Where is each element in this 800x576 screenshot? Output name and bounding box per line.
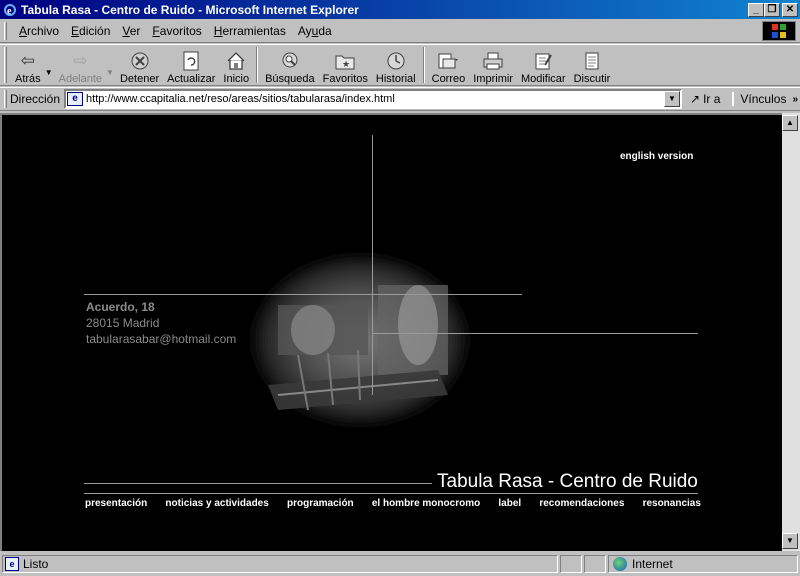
toolbar-grip[interactable] — [4, 47, 7, 83]
stop-icon — [128, 50, 152, 72]
mail-icon — [436, 50, 460, 72]
menu-favoritos[interactable]: Favoritos — [146, 24, 207, 38]
address-input[interactable]: e http://www.ccapitalia.net/reso/areas/s… — [64, 89, 683, 109]
svg-text:★: ★ — [342, 59, 350, 69]
page-icon: e — [67, 92, 84, 106]
address-grip[interactable] — [4, 90, 7, 108]
menu-ver[interactable]: Ver — [116, 24, 146, 38]
menu-ayuda[interactable]: Ayuda — [292, 24, 338, 38]
title-rule — [84, 483, 432, 484]
windows-logo-icon — [762, 21, 796, 41]
print-button[interactable]: Imprimir — [469, 45, 517, 85]
toolbar-separator — [422, 47, 425, 83]
scroll-down-button[interactable]: ▼ — [782, 533, 798, 549]
menu-archivo[interactable]: Archivo — [13, 24, 65, 38]
go-button[interactable]: ↗ Ir a — [690, 92, 720, 106]
site-navigation: presentación noticias y actividades prog… — [85, 498, 701, 509]
browser-window: e Tabula Rasa - Centro de Ruido - Micros… — [0, 0, 800, 576]
back-dropdown-icon[interactable]: ▼ — [45, 68, 53, 77]
toolbar-separator — [256, 47, 259, 83]
minimize-button[interactable]: _ — [748, 2, 764, 17]
nav-rule — [84, 493, 698, 494]
status-pane — [584, 555, 606, 573]
nav-programacion[interactable]: programación — [287, 498, 354, 509]
standard-toolbar: ⇦ Atrás ▼ ⇨ Adelante ▼ Detener Actualizar … — [0, 44, 800, 86]
close-button[interactable]: ✕ — [782, 2, 798, 17]
refresh-button[interactable]: Actualizar — [163, 45, 219, 85]
contact-address: Acuerdo, 18 28015 Madrid tabularasabar@h… — [86, 299, 236, 347]
street-address: Acuerdo, 18 — [86, 300, 155, 314]
address-dropdown-button[interactable]: ▼ — [664, 91, 681, 107]
go-arrow-icon: ↗ — [690, 92, 701, 106]
nav-noticias[interactable]: noticias y actividades — [165, 498, 268, 509]
svg-text:e: e — [7, 6, 12, 17]
horizontal-divider — [372, 333, 698, 334]
scroll-up-button[interactable]: ▲ — [782, 115, 798, 131]
discuss-icon — [580, 50, 604, 72]
page-status-icon: e — [5, 557, 19, 571]
printer-icon — [481, 50, 505, 72]
forward-arrow-icon: ⇨ — [73, 51, 88, 70]
search-button[interactable]: Búsqueda — [261, 45, 319, 85]
status-pane — [560, 555, 582, 573]
stop-button[interactable]: Detener — [116, 45, 163, 85]
maximize-button[interactable]: ❐ — [764, 2, 780, 17]
status-text-pane: e Listo — [2, 555, 558, 573]
history-button[interactable]: Historial — [372, 45, 420, 85]
ie-logo-icon: e — [2, 2, 18, 18]
mail-button[interactable]: Correo — [428, 45, 470, 85]
links-button[interactable]: Vínculos » — [732, 92, 798, 106]
horizontal-divider — [84, 294, 522, 295]
menu-edicion[interactable]: Edición — [65, 24, 116, 38]
site-title: Tabula Rasa - Centro de Ruido — [437, 471, 698, 492]
status-bar: e Listo Internet — [0, 552, 800, 576]
search-icon — [278, 50, 302, 72]
globe-icon — [613, 557, 627, 571]
vertical-divider — [372, 135, 373, 395]
forward-dropdown-icon[interactable]: ▼ — [106, 68, 114, 77]
menu-grip[interactable] — [4, 21, 7, 40]
history-icon — [384, 50, 408, 72]
english-version-link[interactable]: english version — [620, 151, 693, 162]
address-bar: Dirección e http://www.ccapitalia.net/re… — [0, 87, 800, 111]
nav-hombre-monocromo[interactable]: el hombre monocromo — [372, 498, 480, 509]
vertical-scrollbar[interactable]: ▲ ▼ — [782, 113, 800, 551]
machine-photo — [245, 250, 475, 430]
favorites-folder-icon: ★ — [333, 50, 357, 72]
city-address: 28015 Madrid — [86, 316, 160, 330]
favorites-button[interactable]: ★ Favoritos — [319, 45, 372, 85]
address-url[interactable]: http://www.ccapitalia.net/reso/areas/sit… — [86, 93, 664, 105]
nav-presentacion[interactable]: presentación — [85, 498, 147, 509]
home-button[interactable]: Inicio — [219, 45, 253, 85]
address-label: Dirección — [10, 92, 61, 106]
nav-recomendaciones[interactable]: recomendaciones — [539, 498, 624, 509]
menu-herramientas[interactable]: Herramientas — [208, 24, 292, 38]
chevron-right-icon: » — [792, 93, 799, 105]
back-arrow-icon: ⇦ — [20, 51, 35, 70]
title-bar: e Tabula Rasa - Centro de Ruido - Micros… — [0, 0, 800, 19]
nav-label[interactable]: label — [498, 498, 521, 509]
forward-button[interactable]: ⇨ Adelante — [55, 45, 106, 85]
discuss-button[interactable]: Discutir — [570, 45, 615, 85]
edit-page-icon — [531, 50, 555, 72]
window-title: Tabula Rasa - Centro de Ruido - Microsof… — [21, 2, 359, 17]
refresh-icon — [179, 50, 203, 72]
email-address[interactable]: tabularasabar@hotmail.com — [86, 331, 236, 347]
back-button[interactable]: ⇦ Atrás — [11, 45, 45, 85]
nav-resonancias[interactable]: resonancias — [643, 498, 701, 509]
edit-button[interactable]: Modificar — [517, 45, 570, 85]
web-content: english version Acuerdo, 18 28015 Madrid… — [0, 113, 782, 551]
home-icon — [224, 50, 248, 72]
menu-bar: Archivo Edición Ver Favoritos Herramient… — [0, 19, 800, 43]
security-zone-pane: Internet — [608, 555, 798, 573]
